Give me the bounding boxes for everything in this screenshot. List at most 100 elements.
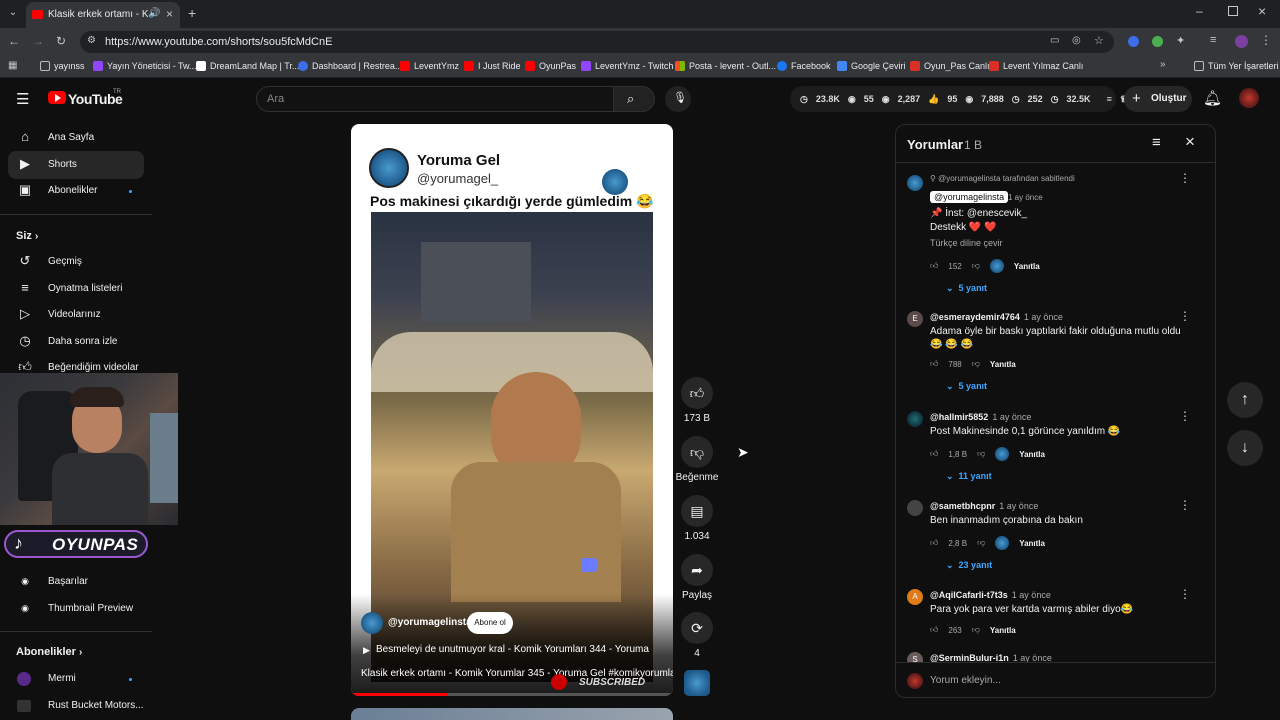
- replies-toggle[interactable]: ⌄ 11 yanıt: [946, 471, 992, 482]
- extensions-puzzle-icon[interactable]: ✦: [1176, 34, 1185, 47]
- bookmark-item[interactable]: Facebook: [777, 61, 831, 71]
- media-control-icon[interactable]: ≡: [1210, 34, 1216, 46]
- share-button[interactable]: ➦: [681, 554, 713, 586]
- previous-short-button[interactable]: ↑: [1227, 382, 1263, 418]
- account-avatar[interactable]: [1239, 88, 1259, 108]
- subscriptions-section-header[interactable]: Abonelikler ›: [16, 646, 82, 658]
- sidebar-item-home[interactable]: ⌂ Ana Sayfa: [8, 124, 144, 152]
- next-short-preview[interactable]: [351, 708, 673, 720]
- profile-avatar[interactable]: [1235, 35, 1248, 48]
- search-button[interactable]: ⌕: [613, 86, 655, 112]
- reply-button[interactable]: Yanıtla: [990, 360, 1016, 369]
- remix-button[interactable]: ⟳: [681, 612, 713, 644]
- comment-menu-icon[interactable]: ⋮: [1179, 409, 1191, 423]
- replies-toggle[interactable]: ⌄ 5 yanıt: [946, 283, 987, 294]
- subscribe-button[interactable]: Abone ol: [467, 612, 513, 634]
- you-section-header[interactable]: Siz ›: [16, 230, 38, 242]
- reply-button[interactable]: Yanıtla: [1019, 450, 1045, 459]
- all-bookmarks[interactable]: Tüm Yer İşaretleri: [1194, 61, 1279, 71]
- new-tab-icon[interactable]: +: [188, 5, 196, 21]
- thumbs-up-icon[interactable]: 👍︎: [930, 449, 938, 459]
- bookmark-item[interactable]: Levent Yılmaz Canlı: [989, 61, 1083, 71]
- back-icon[interactable]: ←: [8, 34, 20, 48]
- audio-icon[interactable]: 🔊: [148, 8, 160, 19]
- sidebar-item-subscriptions[interactable]: ▣ Abonelikler: [8, 177, 144, 205]
- thumbs-down-icon[interactable]: 👎︎: [977, 449, 985, 459]
- replies-toggle[interactable]: ⌄ 23 yanıt: [946, 560, 992, 571]
- thumbs-up-icon[interactable]: 👍︎: [930, 538, 938, 548]
- comment-avatar[interactable]: S: [907, 652, 923, 662]
- bookmark-item[interactable]: Dashboard | Restrea...: [298, 61, 402, 71]
- reply-button[interactable]: Yanıtla: [1019, 539, 1045, 548]
- thumbs-down-icon[interactable]: 👎︎: [972, 261, 980, 271]
- minimize-icon[interactable]: –: [1196, 4, 1203, 18]
- comment-avatar[interactable]: [907, 411, 923, 427]
- bookmark-item[interactable]: Posta - levent - Outl...: [675, 61, 776, 71]
- comment-avatar[interactable]: [907, 175, 923, 191]
- comments-button[interactable]: ▤: [681, 495, 713, 527]
- progress-track[interactable]: [351, 693, 673, 696]
- hamburger-menu-icon[interactable]: ☰: [16, 90, 29, 108]
- bookmark-item[interactable]: Yayın Yöneticisi - Tw...: [93, 61, 197, 71]
- bookmark-item[interactable]: LeventYmz: [400, 61, 459, 71]
- apps-grid-icon[interactable]: ▦: [8, 60, 17, 71]
- thumbs-down-icon[interactable]: 👎︎: [972, 359, 980, 369]
- thumbs-up-icon[interactable]: 👍︎: [930, 261, 938, 271]
- youtube-logo-icon[interactable]: [48, 91, 66, 104]
- thumbs-down-icon[interactable]: 👎︎: [972, 625, 980, 635]
- sidebar-item-playlists[interactable]: ≡ Oynatma listeleri: [8, 275, 144, 303]
- replies-toggle[interactable]: ⌄ 5 yanıt: [946, 381, 987, 392]
- tab-search-icon[interactable]: ⌄: [6, 7, 20, 18]
- maximize-icon[interactable]: [1228, 6, 1238, 16]
- comment-avatar[interactable]: A: [907, 589, 923, 605]
- comment-author[interactable]: @sametbhcpnr 1 ay önce: [930, 501, 1038, 511]
- translate-link[interactable]: Türkçe diline çevir: [930, 237, 1190, 250]
- sidebar-item-your-videos[interactable]: ▷ Videolarınız: [8, 301, 144, 329]
- forward-icon[interactable]: →: [32, 34, 44, 48]
- uploader-handle[interactable]: @yorumagelinsta: [388, 617, 472, 628]
- bookmark-item[interactable]: DreamLand Map | Tr...: [196, 61, 299, 71]
- sidebar-item-achievements[interactable]: ◉ Başarılar: [8, 568, 144, 596]
- comment-menu-icon[interactable]: ⋮: [1179, 498, 1191, 512]
- comment-author[interactable]: @esmeraydemir4764 1 ay önce: [930, 312, 1063, 322]
- dislike-button[interactable]: 👎︎: [681, 436, 713, 468]
- voice-search-button[interactable]: 🎙: [665, 86, 691, 112]
- comment-author[interactable]: @AqilCafarli-t7t3s 1 ay önce: [930, 590, 1051, 600]
- related-video-link[interactable]: Besmeleyi de unutmuyor kral - Komik Yoru…: [376, 644, 649, 655]
- notifications-bell-icon[interactable]: 🔔︎: [1203, 89, 1222, 107]
- comment-avatar[interactable]: [907, 500, 923, 516]
- thumbs-down-icon[interactable]: 👎︎: [977, 538, 985, 548]
- close-icon[interactable]: ×: [1185, 132, 1195, 152]
- close-tab-icon[interactable]: ×: [166, 7, 173, 21]
- sidebar-channel[interactable]: Mermi: [8, 665, 144, 693]
- comment-author-badge[interactable]: @yorumagelinsta: [930, 191, 1009, 203]
- bookmark-star-icon[interactable]: ☆: [1094, 34, 1104, 47]
- extension-green-icon[interactable]: [1152, 36, 1163, 47]
- cast-icon[interactable]: ▭: [1050, 35, 1059, 46]
- sidebar-item-history[interactable]: ↺ Geçmiş: [8, 248, 144, 276]
- bookmark-item[interactable]: yayınss: [40, 61, 85, 71]
- address-bar[interactable]: ⚙ https://www.youtube.com/shorts/sou5fcM…: [80, 31, 1114, 53]
- comment-author[interactable]: @hallmir5852 1 ay önce: [930, 412, 1031, 422]
- close-window-icon[interactable]: ×: [1258, 3, 1266, 19]
- create-button[interactable]: + Oluştur: [1124, 86, 1192, 112]
- uploader-avatar[interactable]: [361, 612, 383, 634]
- sidebar-channel[interactable]: Rust Bucket Motors...: [8, 692, 144, 720]
- menu-kebab-icon[interactable]: ⋮: [1260, 33, 1272, 47]
- sidebar-item-shorts[interactable]: ▶ Shorts: [8, 151, 144, 179]
- bookmark-item[interactable]: Oyun_Pas Canlı: [910, 61, 990, 71]
- comment-menu-icon[interactable]: ⋮: [1179, 171, 1191, 185]
- comment-author[interactable]: @SerminBulur-i1n 1 ay önce: [930, 653, 1052, 662]
- eye-off-icon[interactable]: ◎: [1072, 35, 1081, 46]
- bookmark-item[interactable]: Google Çeviri: [837, 61, 906, 71]
- reload-icon[interactable]: ↻: [56, 34, 66, 48]
- comment-menu-icon[interactable]: ⋮: [1179, 309, 1191, 323]
- bookmark-item[interactable]: I Just Ride: [464, 61, 521, 71]
- sound-thumbnail[interactable]: [684, 670, 710, 696]
- browser-tab[interactable]: Klasik erkek ortamı - Komik 🔊 ×: [26, 2, 180, 28]
- thumbs-up-icon[interactable]: 👍︎: [930, 359, 938, 369]
- comment-menu-icon[interactable]: ⋮: [1179, 587, 1191, 601]
- add-comment-input[interactable]: Yorum ekleyin...: [930, 675, 1001, 686]
- reply-button[interactable]: Yanıtla: [1014, 262, 1040, 271]
- extension-icon[interactable]: [1128, 36, 1139, 47]
